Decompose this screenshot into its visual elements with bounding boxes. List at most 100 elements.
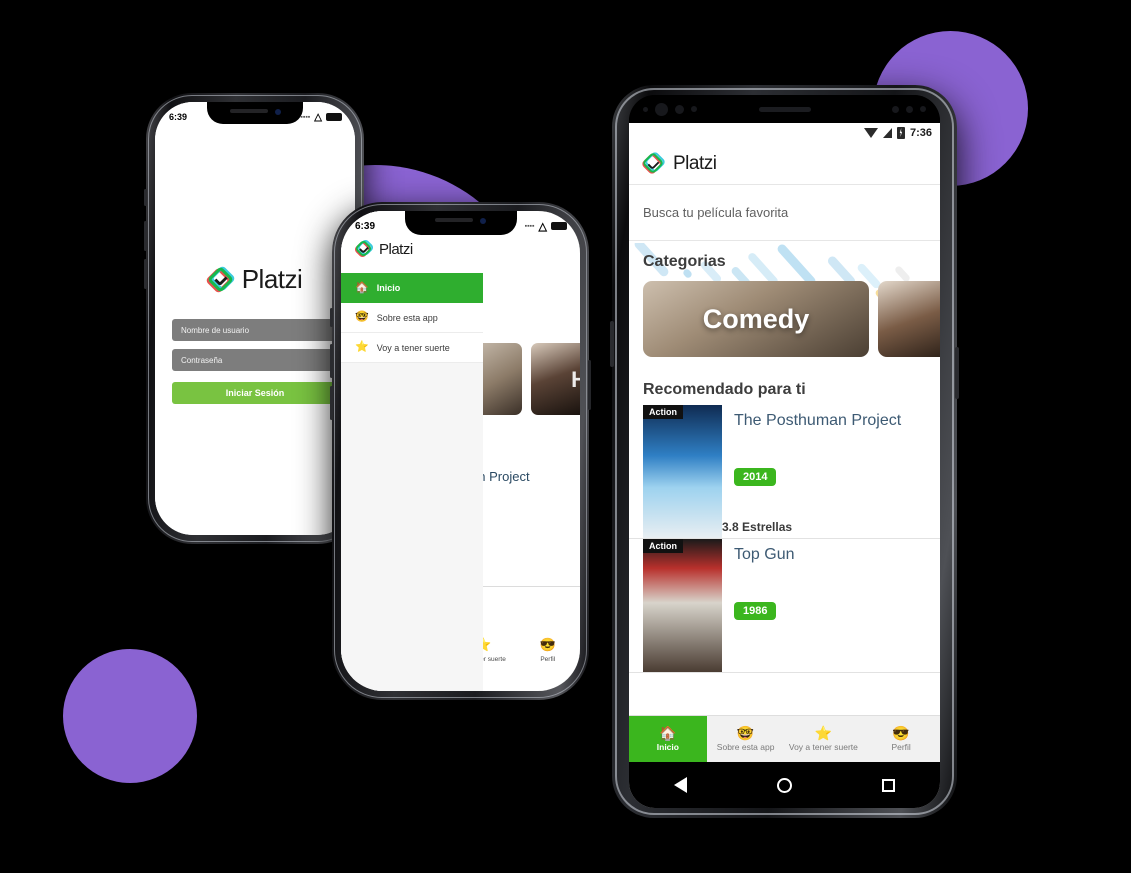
volume-button[interactable] (610, 321, 614, 367)
signal-icon (882, 128, 892, 138)
tab-label: Perfil (540, 656, 556, 663)
movie-meta: The Posthuman Project 2014 (734, 405, 940, 538)
login-screen: Platzi Nombre de usuario Contraseña Inic… (155, 102, 355, 535)
mute-switch[interactable] (144, 189, 147, 206)
drawer-item-label: Sobre esta app (376, 312, 438, 323)
login-button[interactable]: Iniciar Sesión (172, 382, 338, 404)
categories-carousel[interactable]: Comedy H (629, 281, 940, 357)
movie-poster: Action (643, 539, 722, 672)
nerd-face-icon: 🤓 (736, 725, 755, 741)
app-bar: Platzi (629, 143, 940, 185)
movie-list-item[interactable]: Action Top Gun 1986 (629, 539, 940, 673)
username-input[interactable]: Nombre de usuario (172, 319, 338, 341)
navigation-drawer: Platzi 🏠 Inicio 🤓 Sobre esta app ⭐ Voy a… (341, 211, 483, 691)
sensor-dot (675, 104, 684, 114)
bottom-tab-bar: 🏠 Inicio 🤓 Sobre esta app ⭐ Voy a tener … (629, 715, 940, 762)
wifi-icon (863, 128, 878, 138)
android-status-bar: 7:36 (629, 123, 940, 143)
status-time: 6:39 (169, 112, 188, 122)
movie-meta: Top Gun 1986 (734, 539, 940, 672)
sensor-dot (892, 105, 899, 113)
categories-title: Categorias (643, 253, 726, 270)
tab-inicio[interactable]: 🏠 Inicio (629, 716, 707, 762)
genre-badge: Action (643, 539, 683, 553)
tab-label: Sobre esta app (716, 742, 775, 752)
ios-status-bar: 6:39 ▪▪▪▪ △ (341, 211, 580, 237)
tab-voy-a-tener-suerte[interactable]: ⭐ Voy a tener suerte (785, 716, 863, 762)
android-navigation-bar (629, 762, 940, 808)
drawer-item-inicio[interactable]: 🏠 Inicio (341, 273, 483, 303)
category-card[interactable]: H (531, 343, 580, 415)
category-card-comedy[interactable]: Comedy (643, 281, 869, 357)
drawer-item-label: Inicio (376, 283, 401, 293)
tab-label: Inicio (656, 742, 679, 752)
phone-drawer-mockup: H ti uman Project ⭐ y a tener suerte 😎 P… (330, 202, 591, 700)
android-screen-body: 7:36 Platzi Busca tu película favorita C… (629, 95, 940, 808)
sensor-dot (691, 106, 697, 112)
battery-charging-icon (896, 127, 905, 139)
sensor-dot (643, 106, 648, 112)
password-input[interactable]: Contraseña (172, 349, 338, 371)
volume-down-button[interactable] (144, 259, 147, 289)
recommended-title: Recomendado para ti (643, 381, 806, 398)
power-button[interactable] (588, 360, 591, 410)
category-card-horror[interactable]: H (878, 281, 940, 357)
android-screen: 7:36 Platzi Busca tu película favorita C… (629, 123, 940, 808)
house-icon: 🏠 (659, 725, 677, 741)
sunglasses-face-icon: 😎 (892, 725, 910, 741)
battery-icon (326, 113, 342, 121)
search-placeholder: Busca tu película favorita (643, 205, 789, 220)
phone-android-mockup: 7:36 Platzi Busca tu película favorita C… (610, 85, 959, 818)
sensor-dot (906, 105, 913, 113)
wifi-icon: △ (314, 111, 322, 123)
content-scroll-area[interactable]: Categorias Comedy H Recomendado para ti … (629, 241, 940, 715)
login-button-label: Iniciar Sesión (225, 388, 285, 398)
movie-rating: 3.8 Estrellas (722, 520, 793, 534)
logo-wordmark: Platzi (241, 264, 303, 294)
earpiece-speaker (758, 106, 811, 112)
movie-year-badge: 2014 (734, 468, 777, 486)
drawer-item-label: Voy a tener suerte (376, 342, 450, 353)
iphone-screen: Platzi Nombre de usuario Contraseña Inic… (155, 102, 355, 535)
tab-label: Perfil (891, 742, 911, 752)
signal-icon: ▪▪▪▪ (300, 113, 311, 121)
circle-icon[interactable] (777, 777, 792, 793)
category-label: Comedy (702, 303, 810, 334)
platzi-logo-icon (640, 150, 667, 175)
mute-switch[interactable] (330, 308, 333, 327)
movie-poster: Action (643, 405, 722, 538)
sensor-dot (920, 106, 926, 112)
movie-title: Top Gun (734, 546, 795, 563)
movie-list-item[interactable]: Action The Posthuman Project 2014 3.8 Es… (629, 405, 940, 539)
status-time: 6:39 (355, 220, 376, 232)
house-icon: 🏠 (355, 281, 369, 294)
triangle-left-icon[interactable] (674, 777, 687, 793)
tab-perfil[interactable]: 😎 Perfil (516, 627, 581, 673)
scene-root: Platzi Nombre de usuario Contraseña Inic… (0, 0, 1131, 873)
tab-label: Voy a tener suerte (788, 742, 858, 752)
tab-sobre-esta-app[interactable]: 🤓 Sobre esta app (707, 716, 785, 762)
drawer-item-sobre-esta-app[interactable]: 🤓 Sobre esta app (341, 303, 483, 333)
star-icon: ⭐ (814, 725, 833, 741)
drawer-empty-area (341, 365, 483, 691)
category-card-label: H (571, 367, 580, 392)
iphone-screen: H ti uman Project ⭐ y a tener suerte 😎 P… (341, 211, 580, 691)
square-icon[interactable] (882, 778, 895, 792)
nerd-face-icon: 🤓 (355, 311, 369, 323)
platzi-logo-icon (353, 238, 375, 259)
logo-wordmark: Platzi (379, 240, 413, 258)
power-button[interactable] (955, 347, 959, 399)
drawer-item-voy-a-tener-suerte[interactable]: ⭐ Voy a tener suerte (341, 333, 483, 363)
password-placeholder: Contraseña (181, 355, 223, 365)
volume-up-button[interactable] (330, 344, 333, 378)
app-logo: Platzi (204, 264, 303, 295)
app-bar-title: Platzi (673, 152, 717, 174)
battery-icon (551, 222, 567, 230)
volume-up-button[interactable] (144, 221, 147, 251)
movie-title: The Posthuman Project (734, 412, 902, 429)
volume-down-button[interactable] (330, 386, 333, 420)
tab-perfil[interactable]: 😎 Perfil (862, 716, 940, 762)
username-placeholder: Nombre de usuario (181, 325, 250, 335)
search-input[interactable]: Busca tu película favorita (629, 185, 940, 241)
sunglasses-face-icon: 😎 (539, 637, 556, 652)
